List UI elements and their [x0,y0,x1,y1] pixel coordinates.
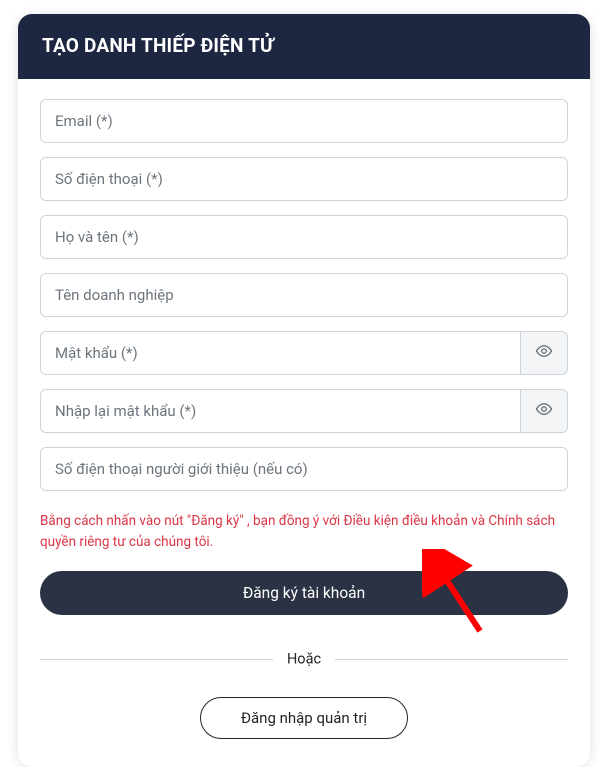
terms-text: Bằng cách nhấn vào nút "Đăng ký" , bạn đ… [40,511,568,553]
card-body: Bằng cách nhấn vào nút "Đăng ký" , bạn đ… [18,79,590,767]
confirm-password-group [40,389,568,433]
divider-label: Hoặc [273,650,335,667]
register-button[interactable]: Đăng ký tài khoản [40,571,568,615]
toggle-confirm-password-visibility-button[interactable] [520,389,568,433]
business-name-field[interactable] [40,273,568,317]
password-group [40,331,568,375]
phone-field[interactable] [40,157,568,201]
password-field[interactable] [40,331,520,375]
page-title: TẠO DANH THIẾP ĐIỆN TỬ [42,34,566,57]
eye-icon [535,342,553,364]
email-field[interactable] [40,99,568,143]
card-header: TẠO DANH THIẾP ĐIỆN TỬ [18,14,590,79]
admin-login-button[interactable]: Đăng nhập quản trị [200,697,408,739]
toggle-password-visibility-button[interactable] [520,331,568,375]
divider: Hoặc [40,649,568,669]
eye-icon [535,400,553,422]
confirm-password-field[interactable] [40,389,520,433]
admin-login-wrap: Đăng nhập quản trị [40,697,568,739]
fullname-field[interactable] [40,215,568,259]
registration-card: TẠO DANH THIẾP ĐIỆN TỬ Bằng cách nhấn [18,14,590,767]
referral-phone-field[interactable] [40,447,568,491]
